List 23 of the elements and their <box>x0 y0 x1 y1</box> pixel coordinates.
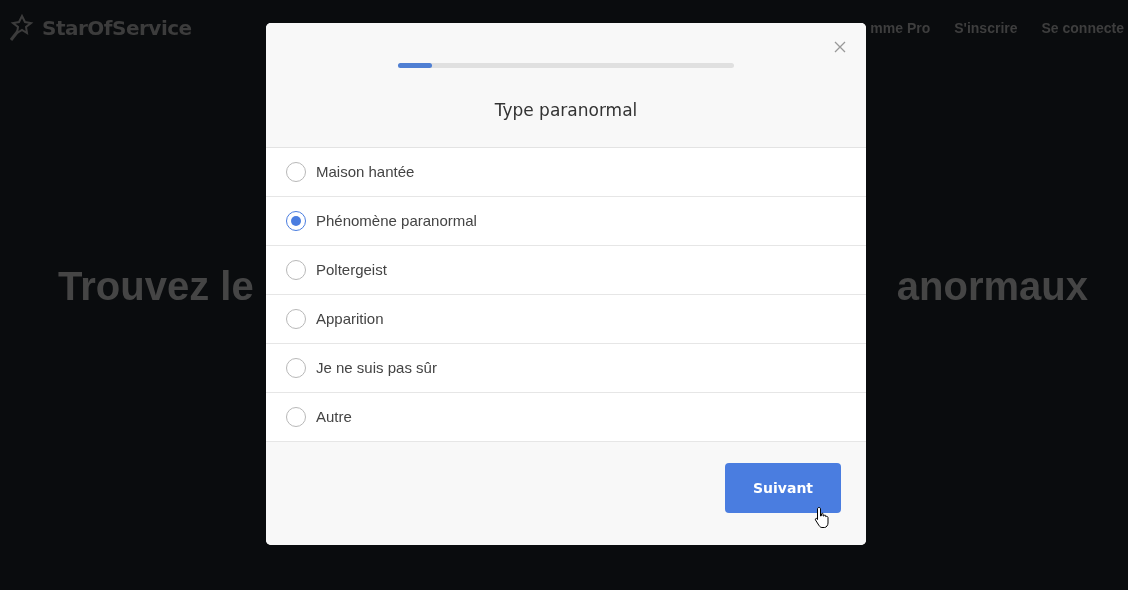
hero-heading: Trouvez le <box>58 263 254 310</box>
radio-button[interactable] <box>286 260 306 280</box>
dialog-title: Type paranormal <box>493 99 639 122</box>
radio-button[interactable] <box>286 407 306 427</box>
option-row[interactable]: Poltergeist <box>266 246 866 295</box>
option-label: Phénomène paranormal <box>316 210 477 231</box>
next-button[interactable]: Suivant <box>725 463 841 513</box>
radio-button[interactable] <box>286 162 306 182</box>
option-label: Je ne suis pas sûr <box>316 357 437 378</box>
radio-button[interactable] <box>286 358 306 378</box>
option-row[interactable]: Je ne suis pas sûr <box>266 344 866 393</box>
option-label: Autre <box>316 406 352 427</box>
radio-button[interactable] <box>286 211 306 231</box>
hero-heading: anormaux <box>896 263 1088 310</box>
radio-button[interactable] <box>286 309 306 329</box>
option-label: Maison hantée <box>316 161 415 182</box>
hand-cursor-icon <box>814 506 832 530</box>
option-row[interactable]: Apparition <box>266 295 866 344</box>
option-label: Apparition <box>316 308 384 329</box>
option-row[interactable]: Maison hantée <box>266 148 866 197</box>
close-icon[interactable] <box>832 39 848 55</box>
option-row[interactable]: Phénomène paranormal <box>266 197 866 246</box>
option-label: Poltergeist <box>316 259 387 280</box>
